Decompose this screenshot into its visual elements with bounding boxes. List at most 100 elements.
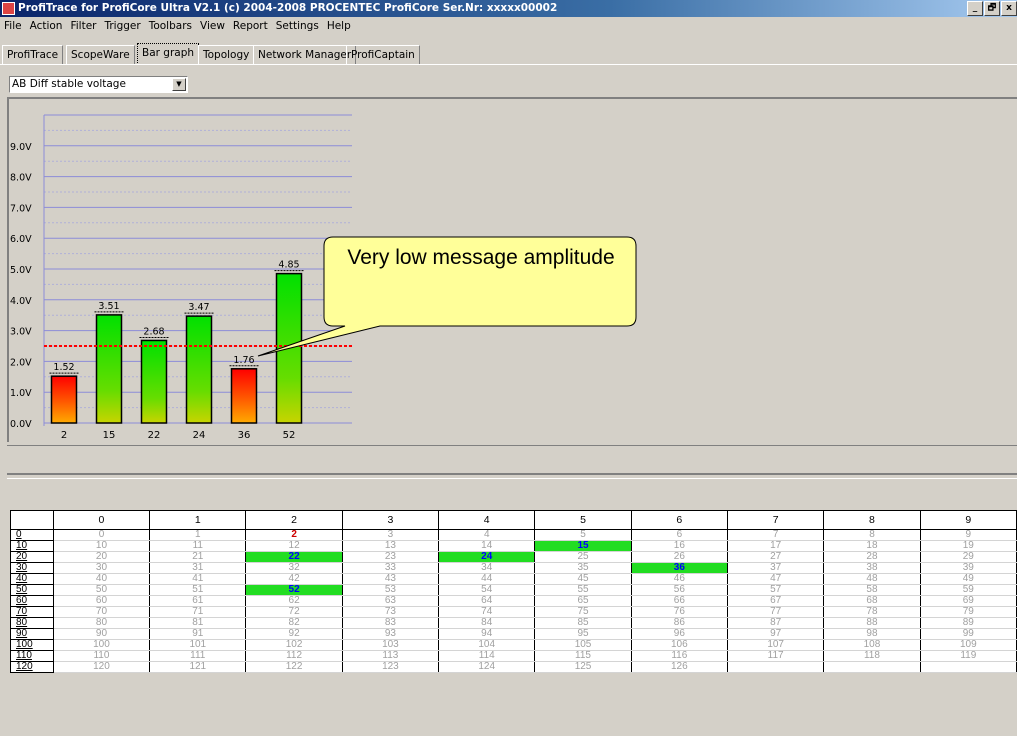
station-cell[interactable]: 82 [245, 617, 343, 629]
station-cell[interactable]: 65 [534, 595, 632, 607]
bar[interactable] [95, 314, 123, 424]
station-cell[interactable]: 87 [726, 617, 825, 629]
station-cell[interactable]: 36 [630, 562, 729, 574]
station-cell[interactable]: 62 [245, 595, 343, 607]
station-cell[interactable]: 110 [52, 650, 151, 662]
station-cell[interactable]: 119 [919, 650, 1017, 662]
station-cell[interactable]: 55 [534, 584, 632, 596]
station-cell[interactable]: 27 [726, 551, 825, 563]
station-cell[interactable]: 90 [52, 628, 151, 640]
station-cell[interactable]: 42 [245, 573, 343, 585]
station-cell[interactable]: 101 [149, 639, 247, 651]
station-cell[interactable]: 40 [52, 573, 151, 585]
station-cell[interactable]: 14 [438, 540, 536, 552]
bar[interactable] [140, 339, 168, 424]
station-cell[interactable]: 76 [630, 606, 729, 618]
station-cell[interactable]: 121 [149, 661, 247, 673]
station-cell[interactable]: 125 [534, 661, 632, 673]
station-cell[interactable]: 83 [341, 617, 440, 629]
station-cell[interactable]: 103 [341, 639, 440, 651]
station-cell[interactable]: 69 [919, 595, 1017, 607]
station-cell[interactable]: 89 [919, 617, 1017, 629]
station-cell[interactable]: 70 [52, 606, 151, 618]
station-cell[interactable]: 118 [823, 650, 921, 662]
station-cell[interactable]: 23 [341, 551, 440, 563]
station-cell[interactable]: 41 [149, 573, 247, 585]
station-cell[interactable]: 30 [52, 562, 151, 574]
station-cell[interactable]: 31 [149, 562, 247, 574]
station-cell[interactable]: 107 [726, 639, 825, 651]
station-cell[interactable]: 44 [438, 573, 536, 585]
station-cell[interactable]: 2 [245, 529, 343, 541]
station-cell[interactable]: 77 [726, 606, 825, 618]
station-cell[interactable]: 56 [630, 584, 729, 596]
station-cell[interactable]: 12 [245, 540, 343, 552]
station-cell[interactable]: 58 [823, 584, 921, 596]
station-cell[interactable]: 61 [149, 595, 247, 607]
station-cell[interactable]: 20 [52, 551, 151, 563]
station-cell[interactable]: 46 [630, 573, 729, 585]
station-cell[interactable]: 86 [630, 617, 729, 629]
station-cell[interactable]: 100 [52, 639, 151, 651]
station-cell[interactable]: 96 [630, 628, 729, 640]
station-cell[interactable]: 64 [438, 595, 536, 607]
station-cell[interactable]: 109 [919, 639, 1017, 651]
station-cell[interactable]: 49 [919, 573, 1017, 585]
station-cell[interactable]: 81 [149, 617, 247, 629]
station-cell[interactable]: 126 [630, 661, 729, 673]
station-cell[interactable]: 123 [341, 661, 440, 673]
station-cell[interactable]: 112 [245, 650, 343, 662]
station-cell[interactable]: 38 [823, 562, 921, 574]
station-cell[interactable]: 13 [341, 540, 440, 552]
station-cell[interactable]: 91 [149, 628, 247, 640]
station-cell[interactable]: 85 [534, 617, 632, 629]
station-cell[interactable]: 47 [726, 573, 825, 585]
station-cell[interactable]: 45 [534, 573, 632, 585]
station-cell[interactable]: 17 [726, 540, 825, 552]
bar[interactable] [185, 315, 213, 424]
station-cell[interactable]: 15 [534, 540, 632, 552]
station-cell[interactable]: 88 [823, 617, 921, 629]
station-cell[interactable] [823, 661, 921, 673]
station-cell[interactable]: 22 [245, 551, 343, 563]
station-cell[interactable]: 11 [149, 540, 247, 552]
station-cell[interactable]: 60 [52, 595, 151, 607]
station-cell[interactable]: 71 [149, 606, 247, 618]
bar[interactable] [50, 375, 78, 424]
station-cell[interactable]: 78 [823, 606, 921, 618]
station-cell[interactable]: 108 [823, 639, 921, 651]
station-cell[interactable]: 106 [630, 639, 729, 651]
station-cell[interactable]: 74 [438, 606, 536, 618]
station-cell[interactable]: 66 [630, 595, 729, 607]
station-cell[interactable]: 7 [726, 529, 825, 541]
station-cell[interactable]: 28 [823, 551, 921, 563]
station-cell[interactable]: 19 [919, 540, 1017, 552]
station-cell[interactable]: 115 [534, 650, 632, 662]
station-cell[interactable]: 93 [341, 628, 440, 640]
station-cell[interactable]: 120 [52, 661, 151, 673]
station-cell[interactable]: 97 [726, 628, 825, 640]
station-cell[interactable]: 53 [341, 584, 440, 596]
station-cell[interactable]: 0 [52, 529, 151, 541]
station-cell[interactable]: 5 [534, 529, 632, 541]
station-cell[interactable]: 113 [341, 650, 440, 662]
station-cell[interactable]: 68 [823, 595, 921, 607]
station-cell[interactable]: 1 [149, 529, 247, 541]
station-cell[interactable]: 37 [726, 562, 825, 574]
station-cell[interactable]: 32 [245, 562, 343, 574]
station-cell[interactable]: 114 [438, 650, 536, 662]
station-cell[interactable]: 35 [534, 562, 632, 574]
station-cell[interactable] [919, 661, 1017, 673]
station-cell[interactable]: 124 [438, 661, 536, 673]
station-cell[interactable]: 29 [919, 551, 1017, 563]
station-cell[interactable]: 8 [823, 529, 921, 541]
station-cell[interactable]: 105 [534, 639, 632, 651]
station-cell[interactable]: 6 [630, 529, 729, 541]
station-cell[interactable]: 57 [726, 584, 825, 596]
station-cell[interactable]: 24 [438, 551, 536, 563]
station-cell[interactable]: 48 [823, 573, 921, 585]
station-cell[interactable] [726, 661, 825, 673]
station-cell[interactable]: 54 [438, 584, 536, 596]
station-cell[interactable]: 33 [341, 562, 440, 574]
station-cell[interactable]: 50 [52, 584, 151, 596]
